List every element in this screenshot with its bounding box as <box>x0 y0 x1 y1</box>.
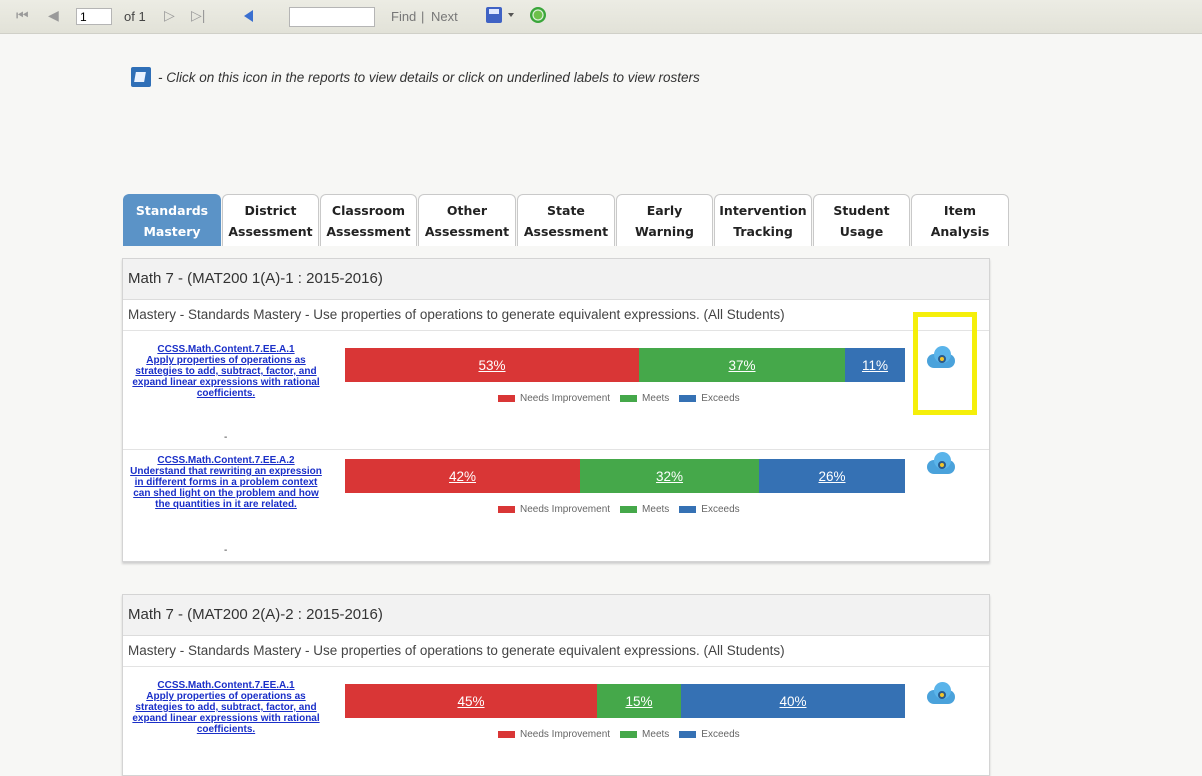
meets-swatch <box>620 506 638 513</box>
tab-classroom-assessment[interactable]: Classroom Assessment <box>320 194 417 246</box>
tab-label: Classroom <box>331 202 406 218</box>
tab-label: Early <box>646 202 683 218</box>
tab-student-usage[interactable]: Student Usage <box>813 194 910 246</box>
exceeds-swatch <box>679 395 697 402</box>
course-title: Math 7 - (MAT200 1(A)-1 : 2015-2016) <box>123 259 989 300</box>
tab-label: Assessment <box>326 223 411 239</box>
legend-label: Meets <box>642 729 670 740</box>
page-number-input[interactable]: 1 <box>76 8 112 25</box>
tab-intervention-tracking[interactable]: Intervention Tracking <box>714 194 812 246</box>
tab-label: Usage <box>839 223 884 239</box>
legend-label: Needs Improvement <box>520 393 611 404</box>
legend-label: Exceeds <box>701 729 740 740</box>
exceeds-segment[interactable]: 11% <box>845 348 905 382</box>
needs-improvement-segment[interactable]: 45% <box>345 684 597 718</box>
mastery-description: Mastery - Standards Mastery - Use proper… <box>123 300 989 331</box>
details-icon <box>131 67 151 87</box>
exceeds-swatch <box>679 731 697 738</box>
needs-swatch <box>498 731 515 738</box>
highlight-box <box>913 312 977 415</box>
tab-label: Assessment <box>424 223 510 239</box>
tab-label: District <box>244 202 297 218</box>
standard-code[interactable]: CCSS.Math.Content.7.EE.A.1 <box>127 344 325 355</box>
tab-other-assessment[interactable]: Other Assessment <box>418 194 516 246</box>
standard-code[interactable]: CCSS.Math.Content.7.EE.A.2 <box>127 455 325 466</box>
refresh-icon[interactable] <box>530 7 546 23</box>
tab-state-assessment[interactable]: State Assessment <box>517 194 615 246</box>
legend-label: Exceeds <box>701 504 740 515</box>
find-text-input[interactable] <box>289 7 375 27</box>
needs-swatch <box>498 395 515 402</box>
row-dash: - <box>224 545 228 556</box>
course-title: Math 7 - (MAT200 2(A)-2 : 2015-2016) <box>123 595 989 636</box>
legend-label: Meets <box>642 504 670 515</box>
exceeds-segment[interactable]: 26% <box>759 459 905 493</box>
tab-label: Analysis <box>930 223 990 239</box>
find-next-link[interactable]: Next <box>431 9 458 24</box>
tab-label: Intervention <box>719 202 807 218</box>
bar-legend: Needs Improvement Meets Exceeds <box>488 729 740 740</box>
export-icon[interactable] <box>486 7 502 23</box>
back-to-parent-icon[interactable] <box>244 10 253 22</box>
standard-link[interactable]: CCSS.Math.Content.7.EE.A.2 Understand th… <box>127 455 325 510</box>
tab-item-analysis[interactable]: Item Analysis <box>911 194 1009 246</box>
page-count-label: of 1 <box>124 9 146 24</box>
tab-label: State <box>547 202 585 218</box>
row-dash: - <box>224 432 228 443</box>
legend-label: Exceeds <box>701 393 740 404</box>
next-page-button[interactable]: ▷ <box>164 7 175 24</box>
exceeds-swatch <box>679 506 697 513</box>
standard-description[interactable]: Understand that rewriting an expression … <box>127 466 325 510</box>
course-panel-2: Math 7 - (MAT200 2(A)-2 : 2015-2016) Mas… <box>122 594 990 776</box>
needs-improvement-segment[interactable]: 42% <box>345 459 580 493</box>
standard-link[interactable]: CCSS.Math.Content.7.EE.A.1 Apply propert… <box>127 680 325 735</box>
bar-legend: Needs Improvement Meets Exceeds <box>488 393 740 404</box>
tab-label: Other <box>446 202 488 218</box>
report-toolbar: ⏮ ◀ 1 of 1 ▷ ▷| Find | Next <box>0 0 1202 34</box>
help-text: - Click on this icon in the reports to v… <box>158 70 700 85</box>
tab-early-warning[interactable]: Early Warning <box>616 194 713 246</box>
legend-label: Needs Improvement <box>520 729 611 740</box>
row-divider <box>123 449 989 450</box>
standard-description[interactable]: Apply properties of operations as strate… <box>127 691 325 735</box>
exceeds-segment[interactable]: 40% <box>681 684 905 718</box>
previous-page-button[interactable]: ◀ <box>48 7 59 24</box>
meets-swatch <box>620 395 638 402</box>
meets-segment[interactable]: 32% <box>580 459 759 493</box>
view-details-icon[interactable] <box>925 681 957 705</box>
tab-label: Item <box>943 202 977 218</box>
tab-label: Assessment <box>523 223 609 239</box>
legend-label: Needs Improvement <box>520 504 611 515</box>
tab-label: Warning <box>635 223 694 239</box>
bar-legend: Needs Improvement Meets Exceeds <box>488 504 740 515</box>
first-page-button[interactable]: ⏮ <box>16 7 29 24</box>
tab-label: Student <box>833 202 890 218</box>
mastery-bar: 45% 15% 40% <box>345 684 905 718</box>
tab-district-assessment[interactable]: District Assessment <box>222 194 319 246</box>
view-details-icon[interactable] <box>925 451 957 475</box>
meets-swatch <box>620 731 638 738</box>
standard-code[interactable]: CCSS.Math.Content.7.EE.A.1 <box>127 680 325 691</box>
tab-label: Standards <box>135 202 209 218</box>
export-dropdown-icon[interactable] <box>508 13 514 17</box>
tab-label: Assessment <box>228 223 313 239</box>
tab-label: Tracking <box>733 223 793 239</box>
needs-swatch <box>498 506 515 513</box>
course-panel-1: Math 7 - (MAT200 1(A)-1 : 2015-2016) Mas… <box>122 258 990 562</box>
mastery-description: Mastery - Standards Mastery - Use proper… <box>123 636 989 667</box>
tab-standards-mastery[interactable]: Standards Mastery <box>123 194 221 246</box>
meets-segment[interactable]: 37% <box>639 348 845 382</box>
find-link[interactable]: Find <box>391 9 416 24</box>
mastery-bar: 42% 32% 26% <box>345 459 905 493</box>
standard-description[interactable]: Apply properties of operations as strate… <box>127 355 325 399</box>
mastery-bar: 53% 37% 11% <box>345 348 905 382</box>
standard-link[interactable]: CCSS.Math.Content.7.EE.A.1 Apply propert… <box>127 344 325 399</box>
last-page-button[interactable]: ▷| <box>191 7 205 24</box>
needs-improvement-segment[interactable]: 53% <box>345 348 639 382</box>
legend-label: Meets <box>642 393 670 404</box>
meets-segment[interactable]: 15% <box>597 684 681 718</box>
toolbar-separator: | <box>421 9 425 24</box>
tab-label: Mastery <box>143 223 201 239</box>
